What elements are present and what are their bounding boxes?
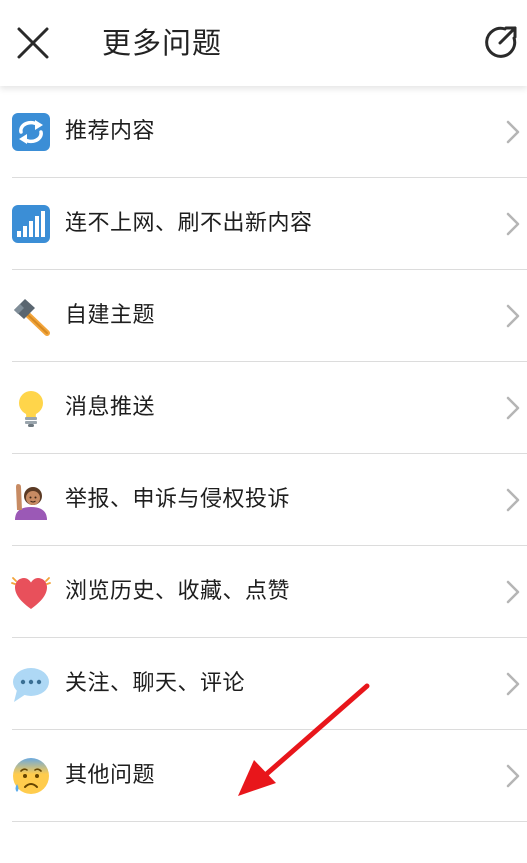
close-button[interactable]: [10, 20, 56, 66]
anxious-face-icon: [13, 758, 49, 794]
list-item-custom-topic[interactable]: 自建主题: [0, 270, 527, 362]
share-external-icon: [485, 26, 517, 58]
hammer-icon: [14, 299, 50, 336]
signal-bars-icon: [12, 205, 50, 243]
chevron-right-icon: [506, 120, 520, 144]
item-label: 举报、申诉与侵权投诉: [65, 487, 291, 512]
chevron-right-icon: [506, 212, 520, 236]
list-item-report-appeal[interactable]: 举报、申诉与侵权投诉: [0, 454, 527, 546]
more-questions-page: 更多问题 推荐内容 连不上网、刷不出新内容 自建主题 消息推送 举报、申诉与侵权…: [0, 0, 527, 863]
item-label: 推荐内容: [65, 119, 156, 144]
list-item-recommended[interactable]: 推荐内容: [0, 86, 527, 178]
item-label: 其他问题: [65, 763, 156, 788]
light-bulb-icon: [19, 391, 43, 427]
speech-bubble-icon: [13, 668, 49, 702]
item-label: 连不上网、刷不出新内容: [65, 211, 313, 236]
list-item-follow-chat-comment[interactable]: 关注、聊天、评论: [0, 638, 527, 730]
item-label: 消息推送: [65, 395, 156, 420]
list-item-other-questions[interactable]: 其他问题: [0, 730, 527, 822]
refresh-icon: [12, 113, 50, 151]
chevron-right-icon: [506, 764, 520, 788]
list-item-history-favorites[interactable]: 浏览历史、收藏、点赞: [0, 546, 527, 638]
item-label: 浏览历史、收藏、点赞: [65, 579, 291, 604]
chevron-right-icon: [506, 304, 520, 328]
chevron-right-icon: [506, 580, 520, 604]
chevron-right-icon: [506, 488, 520, 512]
person-raising-hand-icon: [15, 484, 47, 520]
chevron-right-icon: [506, 672, 520, 696]
question-list: 推荐内容 连不上网、刷不出新内容 自建主题 消息推送 举报、申诉与侵权投诉 浏览…: [0, 86, 527, 822]
share-button[interactable]: [477, 18, 525, 66]
chevron-right-icon: [506, 396, 520, 420]
close-icon: [17, 27, 49, 59]
list-item-push-notifications[interactable]: 消息推送: [0, 362, 527, 454]
list-item-network[interactable]: 连不上网、刷不出新内容: [0, 178, 527, 270]
header-bar: 更多问题: [0, 0, 527, 86]
page-title: 更多问题: [102, 26, 223, 60]
beating-heart-icon: [11, 577, 51, 609]
item-label: 关注、聊天、评论: [65, 671, 246, 696]
item-label: 自建主题: [65, 303, 156, 328]
divider: [12, 821, 527, 822]
